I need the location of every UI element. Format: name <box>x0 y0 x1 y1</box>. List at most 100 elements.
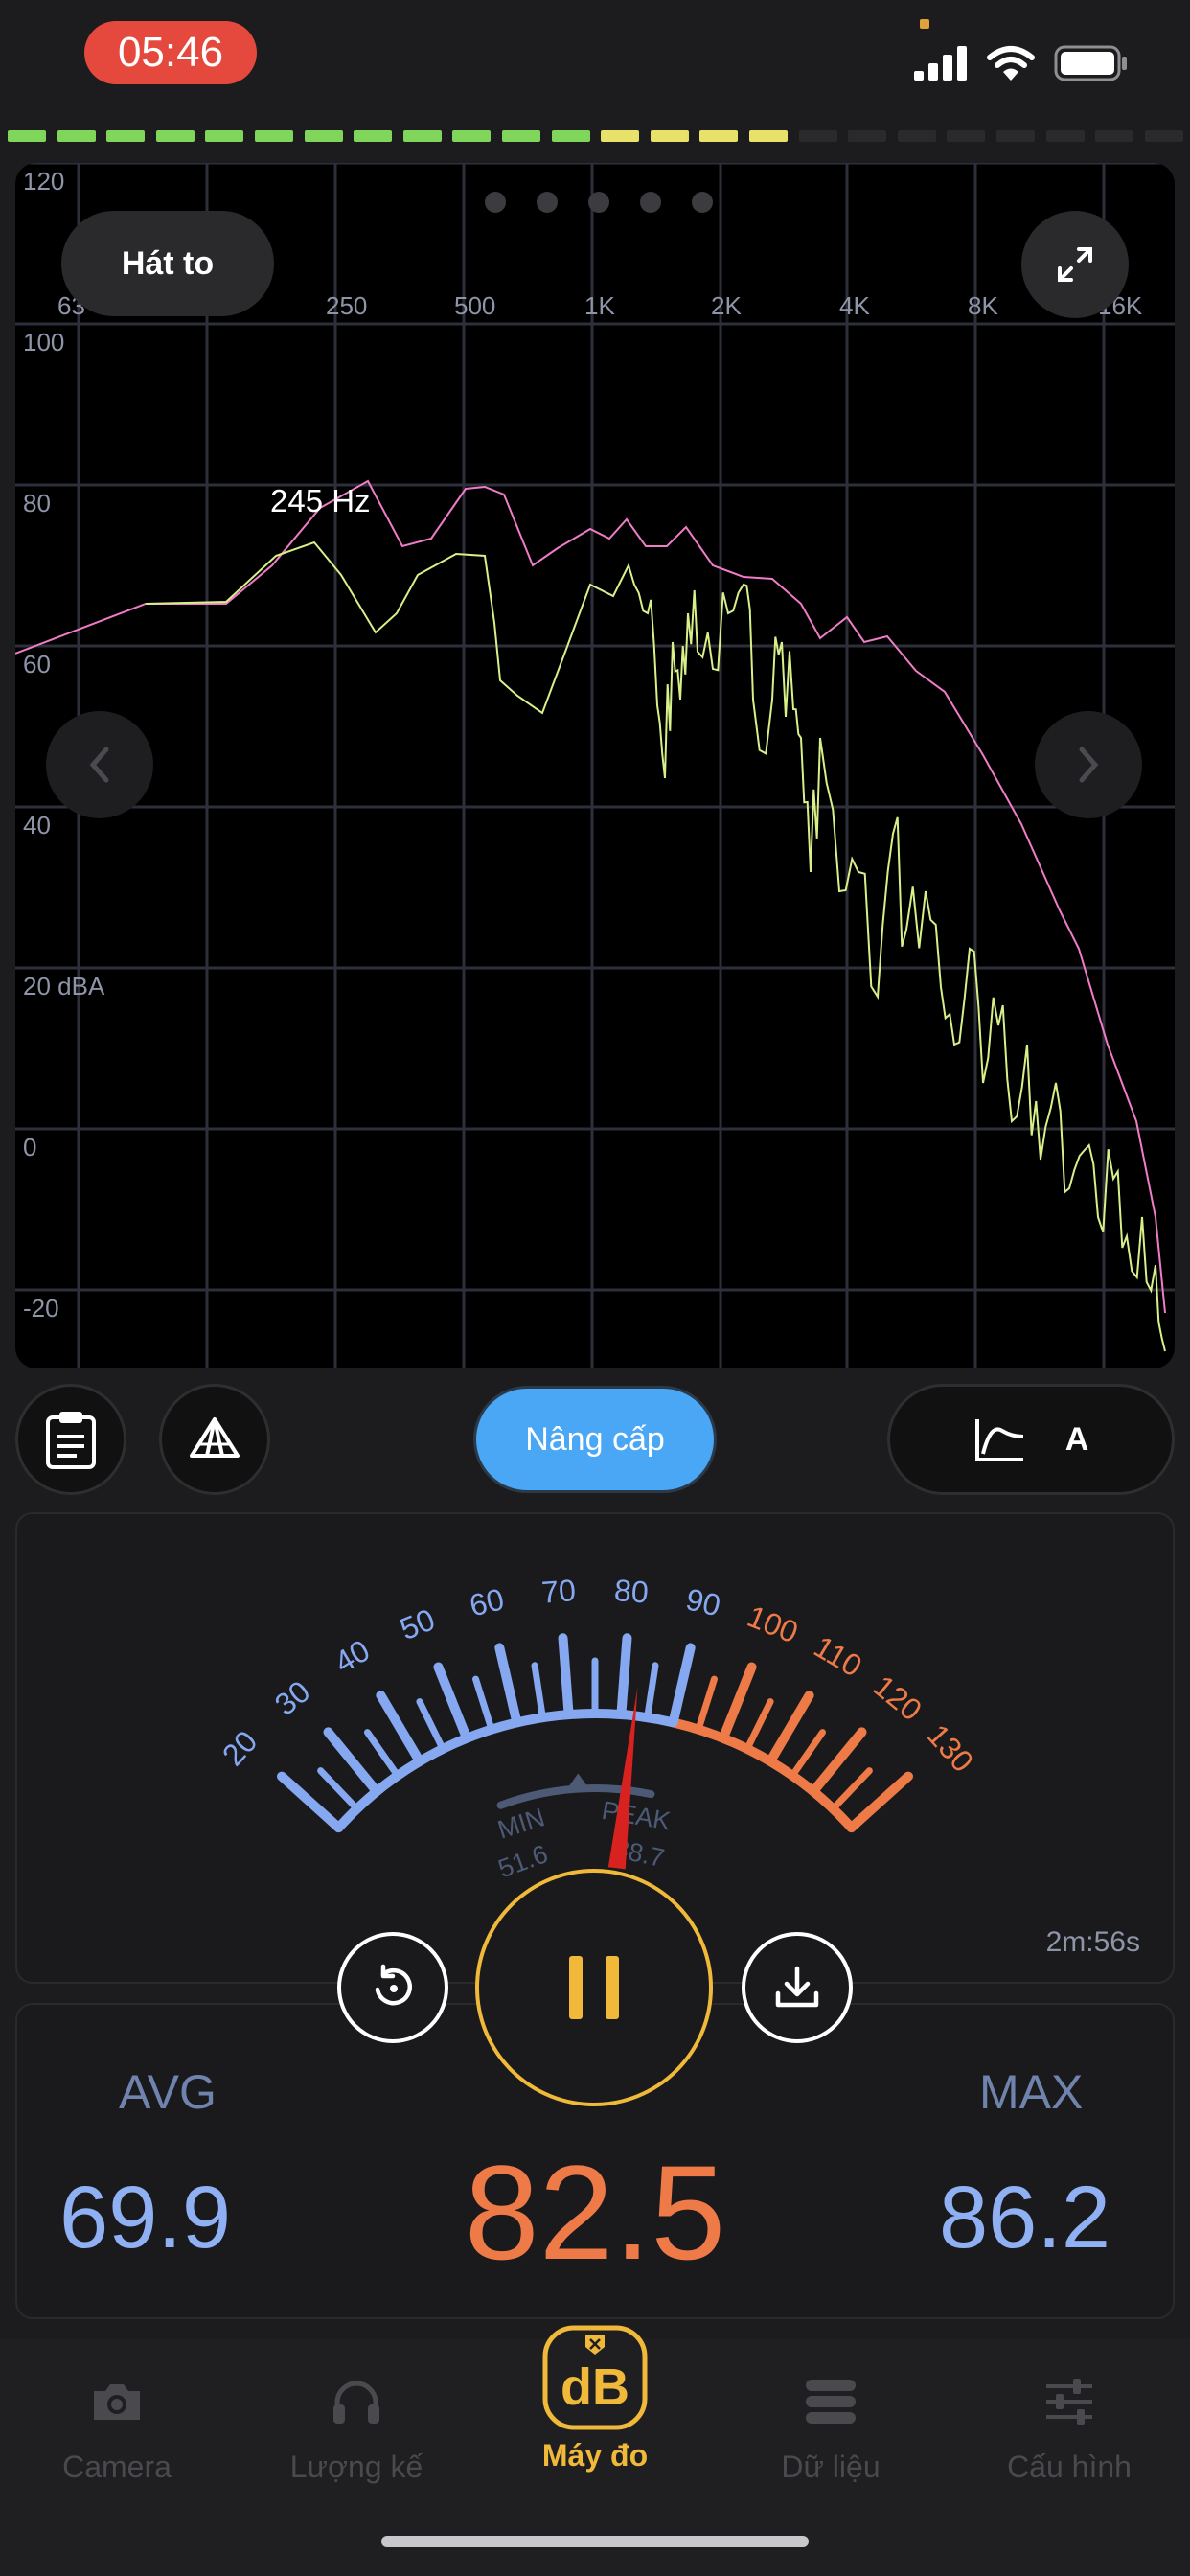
x-axis-label: 500 <box>454 291 496 320</box>
frequency-weighting-button[interactable]: A <box>887 1384 1175 1495</box>
y-axis-label: 0 <box>23 1133 37 1162</box>
level-segment <box>1095 130 1134 142</box>
gauge-scale-label: 110 <box>808 1629 867 1684</box>
tab-dosimeter[interactable]: Lượng kế <box>261 2363 452 2485</box>
gauge-scale-label: 40 <box>329 1633 376 1680</box>
tab-data-label: Dữ liệu <box>781 2450 881 2484</box>
gauge-marker <box>568 1773 588 1787</box>
tab-camera-label: Camera <box>62 2450 172 2484</box>
page-dot[interactable] <box>537 192 558 213</box>
home-indicator[interactable] <box>381 2536 809 2547</box>
gauge-scale-label: 30 <box>268 1674 316 1722</box>
elapsed-time: 2m:56s <box>1045 1926 1140 1958</box>
level-segment <box>354 130 393 142</box>
gauge-tick <box>531 1662 546 1721</box>
recording-indicator-dot <box>920 19 929 29</box>
db-meter-icon: dB <box>542 2325 648 2430</box>
x-axis-label: 1K <box>584 291 615 320</box>
y-axis-label: 40 <box>23 811 51 840</box>
gauge-scale-label: 70 <box>540 1573 577 1610</box>
level-segment <box>1144 130 1183 142</box>
level-segment <box>304 130 343 142</box>
sound-preset-button[interactable]: Hát to <box>61 211 274 316</box>
tab-settings[interactable]: Cấu hình <box>973 2363 1165 2485</box>
gauge-scale-label: 60 <box>467 1581 508 1622</box>
gauge-tick <box>433 1662 472 1743</box>
download-icon <box>775 1966 819 2008</box>
headphones-icon <box>333 2380 379 2424</box>
avg-label: AVG <box>119 2065 217 2119</box>
peak-frequency-label: 245 Hz <box>270 483 371 518</box>
gauge-tick <box>494 1643 522 1728</box>
expand-button[interactable] <box>1021 211 1129 318</box>
level-segment <box>996 130 1035 142</box>
gauge-tick <box>364 1729 401 1780</box>
y-axis-label: 120 <box>23 167 65 196</box>
level-segment <box>699 130 739 142</box>
spectrum-chart[interactable]: 12010080604020 dBA0-20 631252505001K2K4K… <box>15 163 1175 1368</box>
svg-text:dB: dB <box>561 2358 629 2416</box>
tab-meter[interactable]: dB Máy đo <box>499 2323 691 2473</box>
level-segment <box>452 130 492 142</box>
level-segment <box>897 130 936 142</box>
max-value: 86.2 <box>939 2169 1111 2266</box>
gauge-min-label: MIN <box>494 1803 548 1844</box>
y-axis-label: 60 <box>23 650 51 678</box>
page-dot[interactable] <box>588 192 609 213</box>
wifi-icon <box>987 46 1035 80</box>
gauge-tick <box>472 1675 495 1734</box>
gauge-scale-label: 130 <box>921 1717 980 1779</box>
pause-button[interactable] <box>475 1869 713 2106</box>
page-dot[interactable] <box>485 192 506 213</box>
gauge-tick <box>558 1633 574 1720</box>
level-segment <box>551 130 590 142</box>
level-indicator-strip <box>0 130 1190 144</box>
page-dot[interactable] <box>692 192 713 213</box>
pause-icon <box>569 1956 619 2019</box>
gauge-tick <box>789 1729 826 1780</box>
gauge-tick <box>765 1690 814 1766</box>
gauge-tick <box>668 1643 696 1728</box>
gauge-scale-label: 100 <box>743 1598 803 1649</box>
report-button[interactable] <box>15 1384 126 1495</box>
tab-settings-label: Cấu hình <box>1007 2450 1132 2484</box>
level-segment <box>106 130 146 142</box>
page-dot[interactable] <box>640 192 661 213</box>
previous-page-button[interactable] <box>46 711 153 818</box>
gauge-tick <box>644 1662 659 1721</box>
camera-icon <box>94 2384 140 2420</box>
y-axis-label: 80 <box>23 489 51 518</box>
y-axis-label: 20 dBA <box>23 972 105 1000</box>
save-button[interactable] <box>742 1932 853 2043</box>
gauge-min-value: 51.6 <box>494 1839 552 1883</box>
curve-chart-icon <box>974 1419 1023 1461</box>
gauge-scale-label: 50 <box>395 1601 439 1646</box>
reset-button[interactable] <box>337 1932 448 2043</box>
sliders-icon <box>1046 2379 1092 2425</box>
level-segment <box>57 130 96 142</box>
upgrade-button[interactable]: Nâng cấp <box>473 1386 717 1493</box>
calibration-button[interactable] <box>159 1384 270 1495</box>
next-page-button[interactable] <box>1035 711 1142 818</box>
expand-icon <box>1058 247 1092 282</box>
x-axis-label: 4K <box>839 291 870 320</box>
battery-icon <box>1054 45 1127 81</box>
chevron-right-icon <box>1079 747 1099 783</box>
gauge-scale-label: 90 <box>683 1581 724 1622</box>
level-segment <box>650 130 689 142</box>
y-axis-label: 100 <box>23 328 65 356</box>
spectrum-plot <box>15 163 1175 1368</box>
x-axis-label: 2K <box>711 291 742 320</box>
status-time: 05:46 <box>84 21 257 84</box>
tab-dosimeter-label: Lượng kế <box>289 2450 423 2484</box>
level-segment <box>8 130 46 142</box>
signal-icon <box>914 46 967 80</box>
tab-data[interactable]: Dữ liệu <box>735 2363 927 2485</box>
x-axis-label: 8K <box>968 291 998 320</box>
level-segment <box>1045 130 1085 142</box>
clipboard-icon <box>46 1412 96 1469</box>
chevron-left-icon <box>89 747 109 783</box>
gauge-scale-label: 120 <box>867 1668 928 1728</box>
max-hold-trace <box>15 479 1166 1314</box>
tab-camera[interactable]: Camera <box>21 2363 213 2485</box>
